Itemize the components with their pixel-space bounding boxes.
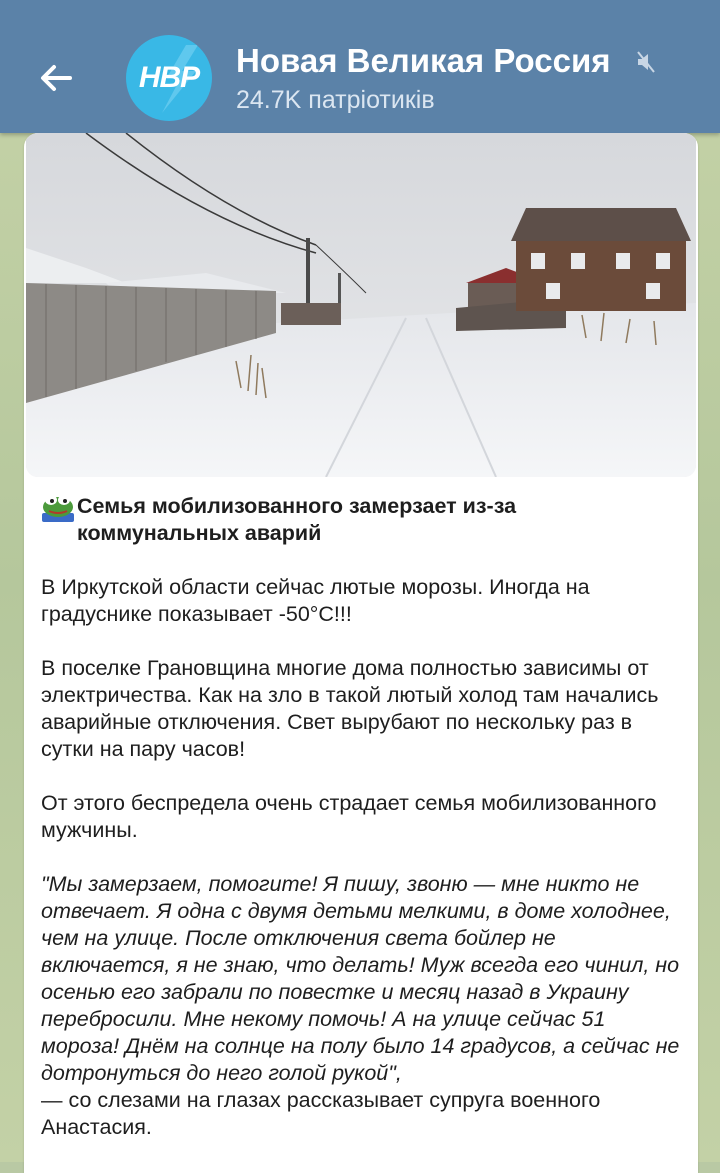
headline-text: Семья мобилизованного замерзает из-за ко… — [77, 494, 517, 545]
back-button[interactable] — [30, 52, 82, 104]
channel-avatar[interactable]: НВР — [126, 35, 212, 121]
channel-header: НВР Новая Великая Россия 24.7K патріотик… — [0, 0, 720, 133]
speaker-muted-icon — [637, 51, 655, 73]
subscriber-count: 24.7K патріотиків — [236, 86, 435, 114]
quote-attribution: — со слезами на глазах рассказывает супр… — [41, 1088, 601, 1139]
paragraph: В Иркутской области сейчас лютые морозы.… — [41, 575, 590, 626]
channel-title[interactable]: Новая Великая Россия — [236, 42, 611, 80]
arrow-left-icon — [41, 65, 72, 91]
post-body: Семья мобилизованного замерзает из-за ко… — [41, 493, 681, 1141]
winter-village-photo — [26, 133, 696, 477]
pepe-frog-icon — [42, 495, 74, 522]
channel-post: Семья мобилизованного замерзает из-за ко… — [24, 133, 698, 1173]
post-headline: Семья мобилизованного замерзает из-за ко… — [41, 493, 681, 547]
quote-paragraph: "Мы замерзаем, помогите! Я пишу, звоню —… — [41, 871, 681, 1141]
avatar-logo-text: НВР — [138, 61, 200, 94]
paragraph: В поселке Грановщина многие дома полност… — [41, 656, 659, 761]
post-photo[interactable] — [26, 133, 696, 477]
quote-text: "Мы замерзаем, помогите! Я пишу, звоню —… — [41, 872, 680, 1085]
paragraph: От этого беспредела очень страдает семья… — [41, 791, 657, 842]
